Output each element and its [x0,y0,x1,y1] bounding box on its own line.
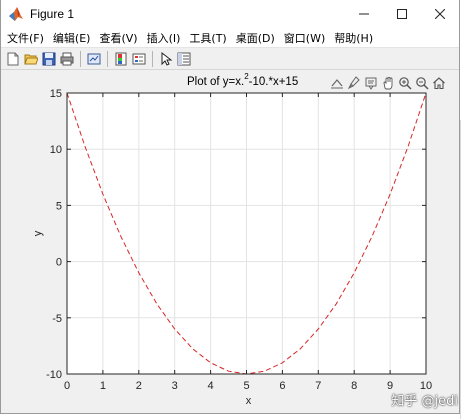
y-tick-label: -10 [46,369,62,381]
open-file-icon[interactable] [22,50,39,67]
y-tick-label: 15 [50,88,62,100]
x-tick-label: 4 [208,380,214,392]
minimize-button[interactable] [345,0,383,28]
x-tick-label: 3 [172,380,178,392]
y-axis-label: y [32,230,44,236]
close-button[interactable] [421,0,459,28]
menu-insert[interactable]: 插入(I) [147,30,181,46]
menu-bar: 文件(F) 编辑(E) 查看(V) 插入(I) 工具(T) 桌面(D) 窗口(W… [1,28,459,48]
title-bar[interactable]: Figure 1 [1,0,459,28]
figure-canvas: Plot of y=x.2-10.*x+15 0 1 2 3 4 5 6 7 8… [1,71,459,412]
menu-view[interactable]: 查看(V) [99,30,137,46]
x-tick-label: 8 [351,380,357,392]
matlab-logo-icon [8,6,24,22]
plot-axes[interactable]: 0 1 2 3 4 5 6 7 8 9 10-10-5051015xy [1,71,459,412]
save-icon[interactable] [40,50,57,67]
x-tick-label: 5 [243,380,249,392]
property-inspector-icon[interactable] [175,50,192,67]
menu-tools[interactable]: 工具(T) [189,30,226,46]
x-tick-label: 7 [315,380,321,392]
menu-window[interactable]: 窗口(W) [284,30,325,46]
y-tick-label: 10 [50,144,62,156]
insert-colorbar-icon[interactable] [112,50,129,67]
menu-help[interactable]: 帮助(H) [334,30,373,46]
figure-window: Figure 1 文件(F) 编辑(E) 查看(V) 插入(I) 工具(T) 桌… [0,0,460,414]
toolbar-separator [152,50,153,67]
x-tick-label: 1 [100,380,106,392]
toolbar-separator [107,50,108,67]
new-figure-icon[interactable] [4,50,21,67]
y-tick-label: 0 [56,257,62,269]
watermark: 知乎 @jedi [391,394,458,409]
x-tick-label: 2 [136,380,142,392]
toolbar-separator [80,50,81,67]
x-tick-label: 6 [279,380,285,392]
menu-file[interactable]: 文件(F) [7,30,44,46]
window-title: Figure 1 [30,7,75,21]
edit-plot-icon[interactable] [157,50,174,67]
y-tick-label: -5 [52,313,62,325]
link-plot-icon[interactable] [85,50,102,67]
x-axis-label: x [246,395,252,407]
background-app-sliver [460,120,474,419]
figure-toolbar [1,48,459,70]
menu-edit[interactable]: 编辑(E) [53,30,91,46]
x-tick-label: 0 [64,380,70,392]
menu-desktop[interactable]: 桌面(D) [236,30,275,46]
insert-legend-icon[interactable] [130,50,147,67]
y-tick-label: 5 [56,200,62,212]
maximize-button[interactable] [383,0,421,28]
print-icon[interactable] [58,50,75,67]
